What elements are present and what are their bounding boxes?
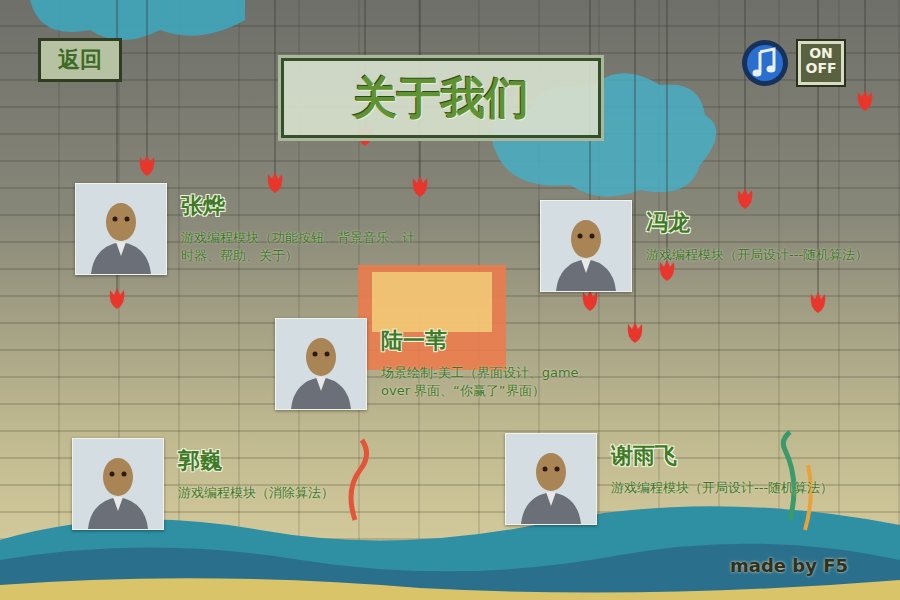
member-role: 游戏编程模块（功能按钮、背景音乐、计时器、帮助、关于）	[181, 229, 421, 264]
member-name: 谢雨飞	[611, 441, 851, 471]
portrait-icon	[276, 319, 366, 409]
member-info: 冯龙 游戏编程模块（开局设计---随机算法）	[646, 200, 876, 264]
portrait-icon	[506, 434, 596, 524]
portrait-icon	[541, 201, 631, 291]
member-name: 冯龙	[646, 208, 876, 238]
top-bar: 返回 关于我们 ON OFF	[0, 0, 900, 138]
member-photo	[540, 200, 632, 292]
member-role: 游戏编程模块（消除算法）	[178, 484, 428, 502]
member-card: 陆一苇 场景绘制-美工（界面设计、game over 界面、“你赢了”界面）	[275, 318, 611, 410]
title-text: 关于我们	[353, 69, 529, 128]
member-photo	[75, 183, 167, 275]
member-photo	[505, 433, 597, 525]
member-info: 张烨 游戏编程模块（功能按钮、背景音乐、计时器、帮助、关于）	[181, 183, 421, 264]
member-role: 游戏编程模块（开局设计---随机算法）	[646, 246, 876, 264]
title-banner: 关于我们	[281, 58, 601, 138]
member-photo	[72, 438, 164, 530]
toggle-off-label: OFF	[805, 61, 836, 76]
toggle-on-label: ON	[809, 46, 833, 61]
member-info: 陆一苇 场景绘制-美工（界面设计、game over 界面、“你赢了”界面）	[381, 318, 611, 399]
member-role: 游戏编程模块（开局设计---随机算法）	[611, 479, 851, 497]
member-card: 郭巍 游戏编程模块（消除算法）	[72, 438, 428, 530]
portrait-icon	[73, 439, 163, 529]
member-name: 陆一苇	[381, 326, 611, 356]
member-info: 郭巍 游戏编程模块（消除算法）	[178, 438, 428, 502]
portrait-icon	[76, 184, 166, 274]
member-role: 场景绘制-美工（界面设计、game over 界面、“你赢了”界面）	[381, 364, 611, 399]
sound-toggle[interactable]: ON OFF	[798, 41, 844, 85]
member-name: 张烨	[181, 191, 421, 221]
member-photo	[275, 318, 367, 410]
member-card: 谢雨飞 游戏编程模块（开局设计---随机算法）	[505, 433, 851, 525]
member-card: 冯龙 游戏编程模块（开局设计---随机算法）	[540, 200, 876, 292]
about-screen: 返回 关于我们 ON OFF 张烨 游戏编程模块（功能按钮、背景音乐、计时器、帮…	[0, 0, 900, 600]
member-info: 谢雨飞 游戏编程模块（开局设计---随机算法）	[611, 433, 851, 497]
music-note-icon[interactable]	[740, 38, 790, 88]
member-card: 张烨 游戏编程模块（功能按钮、背景音乐、计时器、帮助、关于）	[75, 183, 421, 275]
member-name: 郭巍	[178, 446, 428, 476]
back-button[interactable]: 返回	[38, 38, 122, 82]
sound-controls: ON OFF	[740, 38, 844, 88]
credit-text: made by F5	[730, 555, 848, 576]
